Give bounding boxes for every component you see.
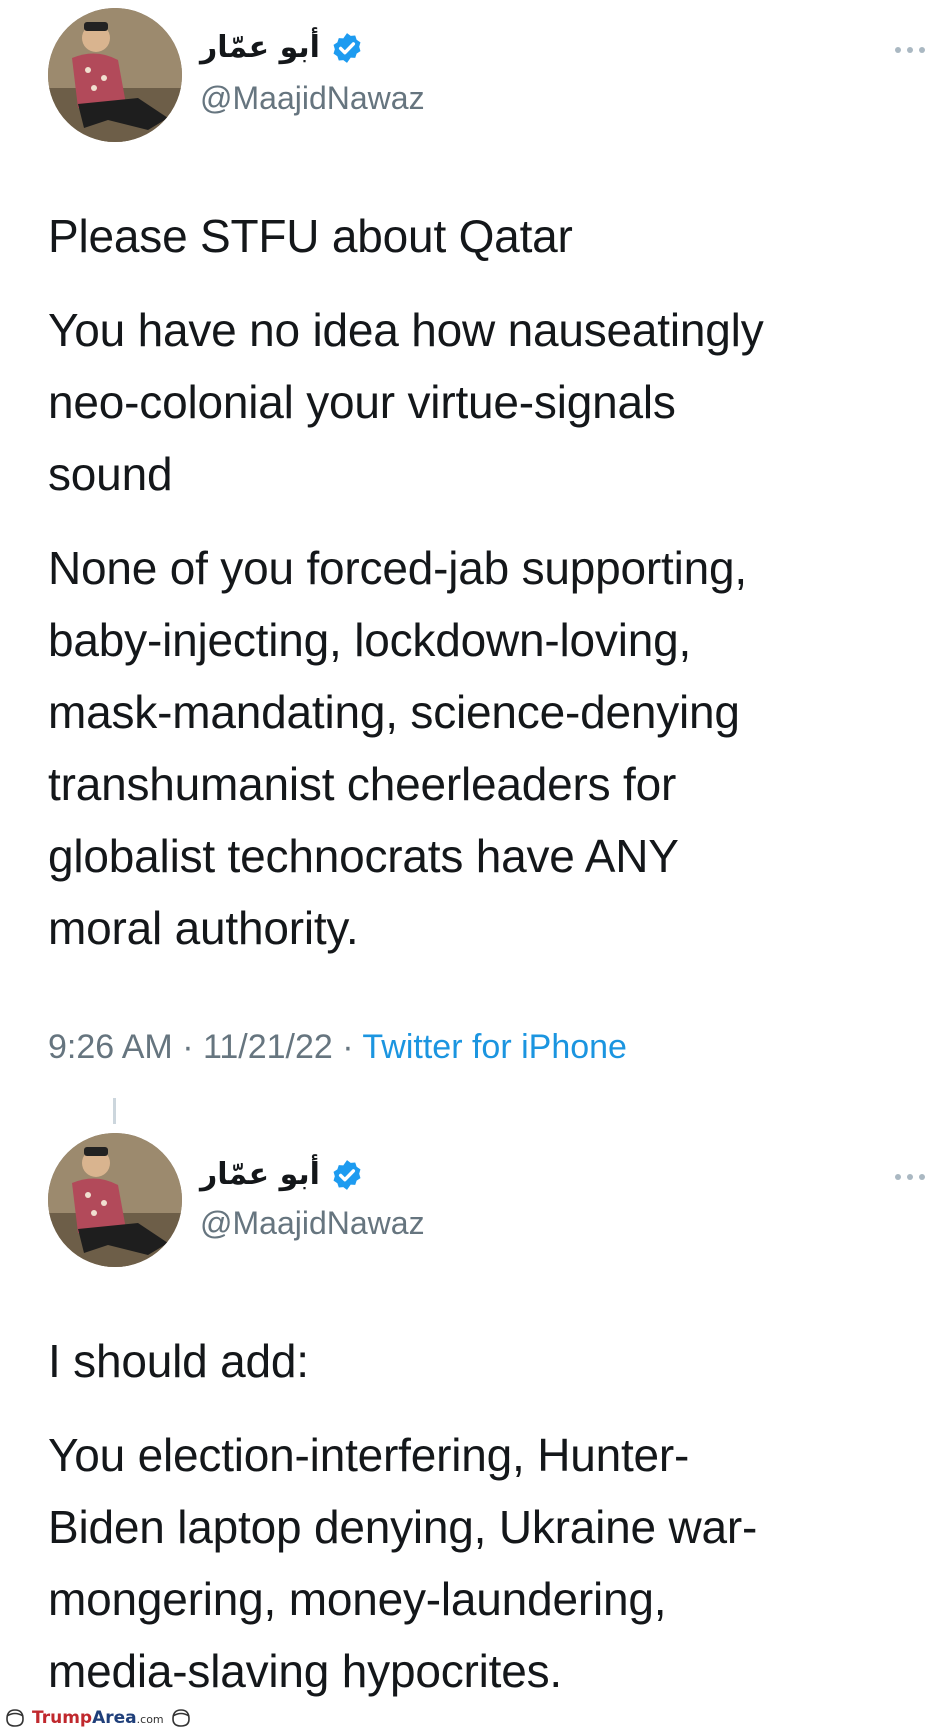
avatar-image bbox=[48, 8, 182, 142]
tweet-text: I should add: You election-interfering, … bbox=[48, 1325, 928, 1729]
tweet-paragraph: None of you forced-jab supporting, baby-… bbox=[48, 542, 747, 954]
tweet-source-link[interactable]: Twitter for iPhone bbox=[362, 1028, 627, 1066]
tweet-paragraph: Please STFU about Qatar bbox=[48, 210, 573, 262]
tweet-2: أبو عمّار @MaajidNawaz I should add: You… bbox=[0, 1095, 940, 1705]
tweet-time[interactable]: 9:26 AM bbox=[48, 1028, 173, 1066]
display-name[interactable]: أبو عمّار bbox=[200, 1157, 320, 1192]
tweet-text: Please STFU about Qatar You have no idea… bbox=[48, 200, 928, 986]
verified-badge-icon bbox=[333, 32, 361, 63]
watermark-tld: .com bbox=[136, 1713, 164, 1726]
display-name[interactable]: أبو عمّار bbox=[200, 30, 320, 65]
meta-separator: · bbox=[332, 1028, 363, 1066]
tweet-1: أبو عمّار @MaajidNawaz Please STFU about… bbox=[0, 0, 940, 1095]
user-handle[interactable]: @MaajidNawaz bbox=[200, 80, 425, 117]
trump-hair-icon bbox=[171, 1709, 190, 1727]
tweet-paragraph: I should add: bbox=[48, 1335, 309, 1387]
user-handle[interactable]: @MaajidNawaz bbox=[200, 1205, 425, 1242]
verified-badge-icon bbox=[333, 1159, 361, 1190]
avatar[interactable] bbox=[48, 1133, 182, 1267]
more-options-icon[interactable] bbox=[890, 44, 930, 56]
author-name-row[interactable]: أبو عمّار bbox=[200, 30, 364, 65]
tweet-date[interactable]: 11/21/22 bbox=[203, 1028, 333, 1066]
avatar[interactable] bbox=[48, 8, 182, 142]
tweet-paragraph: You have no idea how nauseatingly neo-co… bbox=[48, 304, 764, 500]
more-options-icon[interactable] bbox=[890, 1171, 930, 1183]
author-name-row[interactable]: أبو عمّار bbox=[200, 1157, 364, 1192]
meta-separator: · bbox=[172, 1028, 203, 1066]
tweet-paragraph: You election-interfering, Hunter- Biden … bbox=[48, 1429, 758, 1697]
tweet-metadata: 9:26 AM · 11/21/22 · Twitter for iPhone bbox=[48, 1028, 627, 1067]
watermark-logo: TrumpArea.com bbox=[32, 1708, 164, 1728]
watermark-brand-trump: Trump bbox=[32, 1708, 93, 1728]
watermark-footer: TrumpArea.com bbox=[0, 1706, 940, 1730]
avatar-image bbox=[48, 1133, 182, 1267]
watermark-brand-area: Area bbox=[92, 1708, 137, 1728]
trump-hair-icon bbox=[6, 1709, 24, 1727]
